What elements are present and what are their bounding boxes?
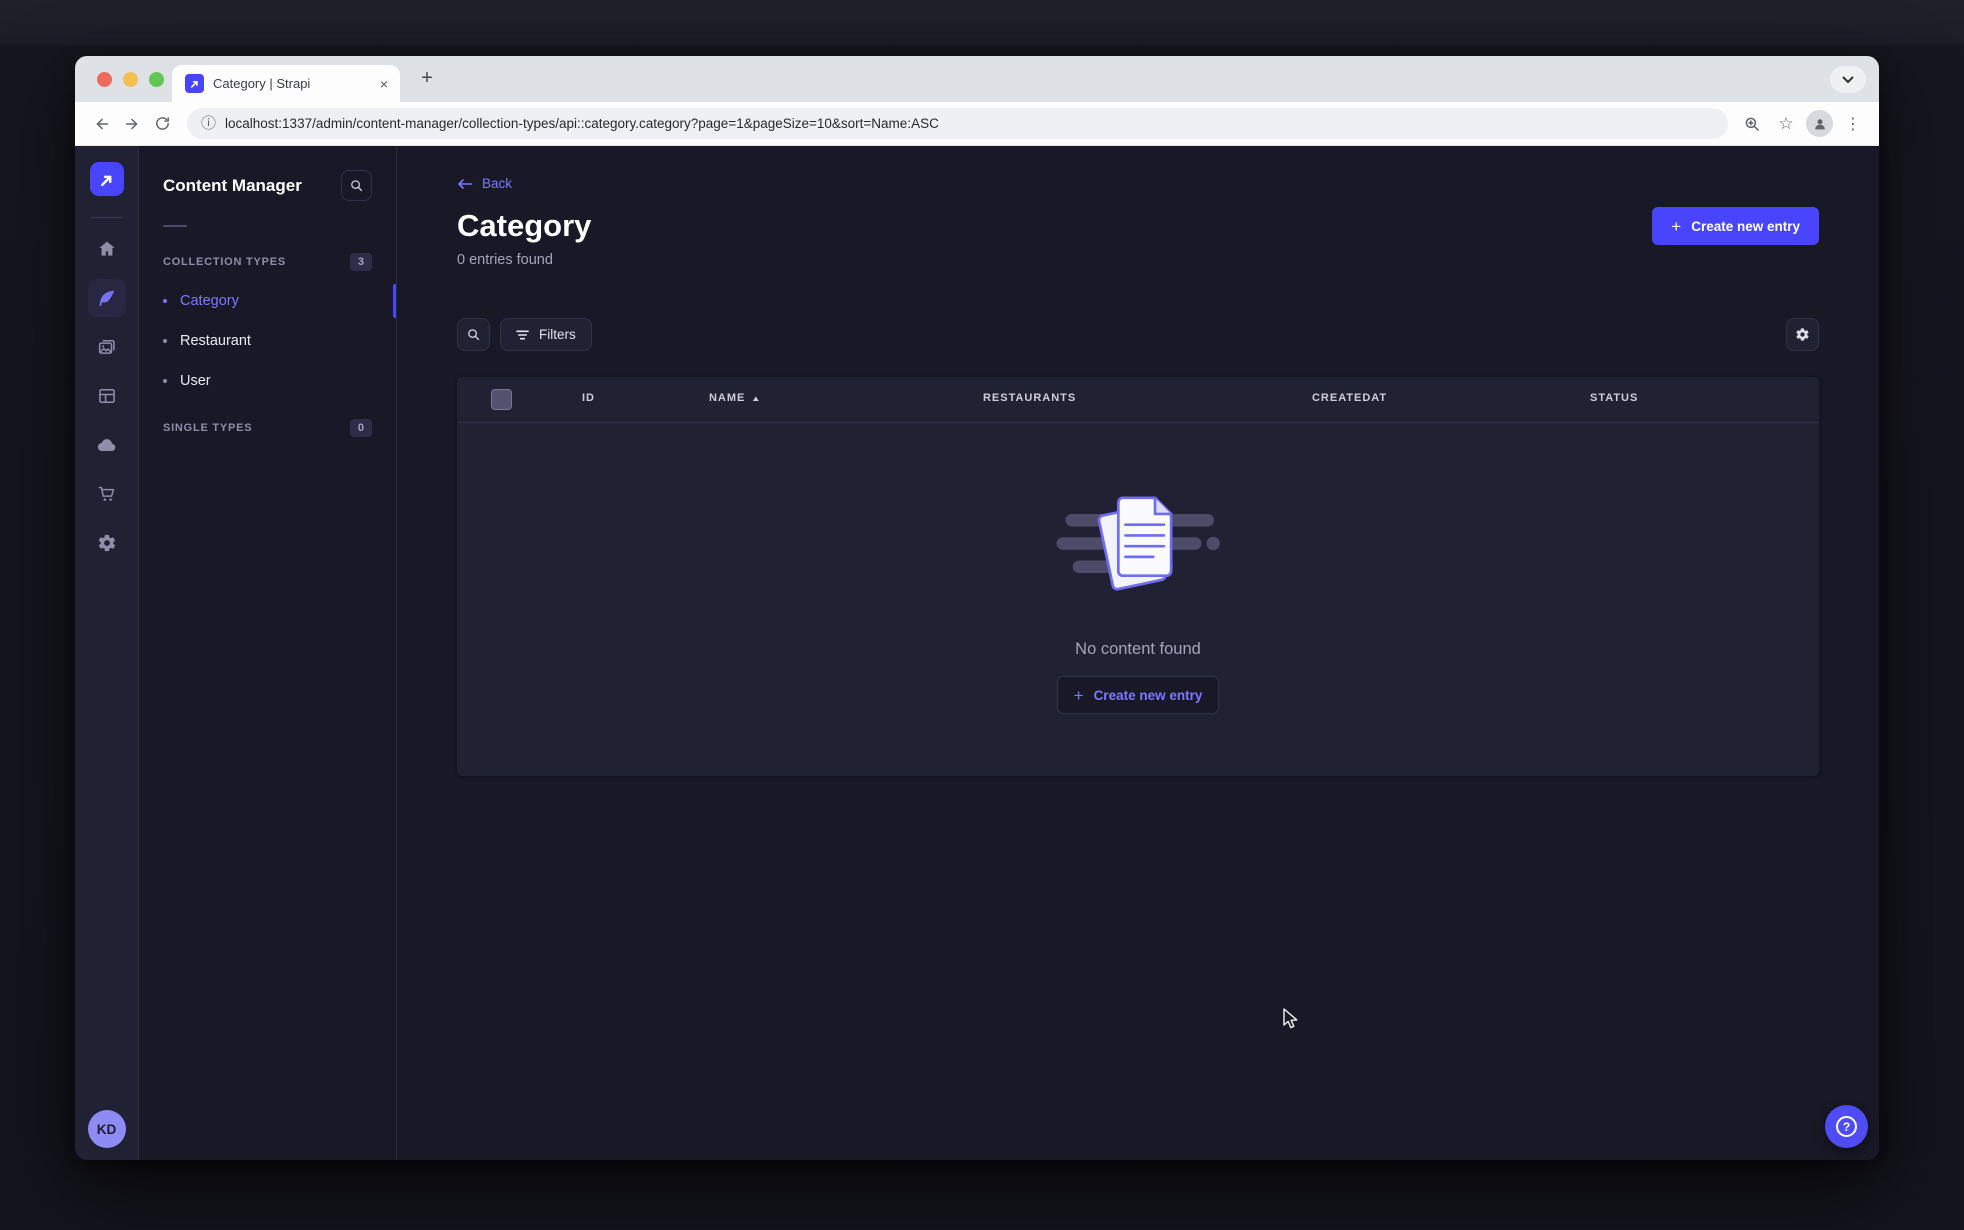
content-manager-subnav: Content Manager COLLECTION TYPES 3 Categ… — [139, 146, 397, 1160]
sidebar-item-label: Category — [180, 293, 239, 309]
empty-create-new-entry-button[interactable]: + Create new entry — [1056, 676, 1220, 714]
strapi-logo[interactable] — [89, 162, 124, 196]
url-text: localhost:1337/admin/content-manager/col… — [225, 116, 939, 131]
browser-window: Category | Strapi × + ⓘ localhost:1337/a… — [75, 56, 1879, 1160]
main-content: Back Category + Create new entry 0 entri… — [397, 146, 1879, 1160]
back-link[interactable]: Back — [457, 176, 512, 191]
strapi-admin: KD Content Manager COLLECTION TYPES 3 Ca… — [75, 146, 1879, 1160]
sidebar-item-restaurant[interactable]: Restaurant — [139, 321, 396, 361]
zoom-window-button[interactable] — [149, 72, 164, 87]
search-icon[interactable] — [457, 318, 490, 351]
filter-lines-icon — [516, 329, 529, 340]
browser-menu-icon[interactable]: ⋮ — [1839, 110, 1867, 138]
cloud-icon[interactable] — [88, 426, 126, 464]
empty-create-label: Create new entry — [1093, 687, 1203, 703]
no-content-message: No content found — [1075, 640, 1201, 658]
column-header-createdat[interactable]: CREATEDAT — [1312, 392, 1387, 404]
new-tab-button[interactable]: + — [413, 64, 441, 92]
sidebar-item-label: Restaurant — [180, 333, 251, 349]
back-label: Back — [482, 176, 513, 191]
zoom-page-icon[interactable] — [1738, 110, 1766, 138]
rail-divider — [90, 217, 123, 218]
column-header-name-label: NAME — [709, 392, 746, 404]
sort-ascending-icon: ▲ — [751, 393, 763, 403]
filters-label: Filters — [539, 327, 576, 342]
home-icon[interactable] — [88, 230, 126, 268]
single-types-section: SINGLE TYPES 0 — [139, 419, 396, 437]
help-button[interactable]: ? — [1825, 1105, 1868, 1148]
media-library-icon[interactable] — [88, 328, 126, 366]
tab-close-icon[interactable]: × — [378, 75, 390, 93]
view-settings-gear-icon[interactable] — [1786, 318, 1819, 351]
question-mark-icon: ? — [1836, 1116, 1857, 1137]
plus-icon: + — [1073, 685, 1084, 705]
subnav-search-icon[interactable] — [341, 170, 372, 201]
empty-documents-illustration — [1056, 496, 1220, 591]
table-header-row: ID NAME ▲ RESTAURANTS CREATEDAT STATUS — [457, 377, 1819, 423]
reload-icon[interactable] — [147, 109, 177, 139]
site-info-icon[interactable]: ⓘ — [201, 116, 216, 131]
content-manager-feather-icon[interactable] — [87, 279, 126, 317]
content-type-builder-icon[interactable] — [88, 377, 126, 415]
collection-types-label: COLLECTION TYPES — [163, 256, 286, 268]
select-all-checkbox[interactable] — [491, 389, 512, 410]
column-header-restaurants[interactable]: RESTAURANTS — [983, 392, 1076, 404]
browser-profile-icon[interactable] — [1806, 110, 1833, 137]
strapi-favicon-icon — [185, 74, 204, 93]
filters-button[interactable]: Filters — [500, 318, 592, 351]
forward-navigation-icon[interactable] — [117, 109, 147, 139]
subnav-divider — [163, 225, 187, 227]
bullet-icon — [163, 299, 167, 303]
tab-title: Category | Strapi — [213, 76, 311, 91]
single-types-count-badge: 0 — [349, 419, 372, 437]
create-new-entry-button[interactable]: + Create new entry — [1652, 207, 1819, 245]
tab-search-chevron-icon[interactable] — [1830, 66, 1866, 93]
column-header-status[interactable]: STATUS — [1590, 392, 1638, 404]
back-arrow-icon — [458, 178, 473, 189]
empty-state: No content found + Create new entry — [457, 423, 1819, 776]
browser-tab[interactable]: Category | Strapi × — [172, 65, 400, 102]
settings-gear-icon[interactable] — [88, 524, 126, 562]
bookmark-star-icon[interactable]: ☆ — [1772, 110, 1800, 138]
browser-tab-strip: Category | Strapi × + — [75, 56, 1879, 102]
bullet-icon — [163, 339, 167, 343]
sidebar-item-label: User — [180, 373, 211, 389]
page-title: Category — [457, 208, 592, 244]
window-controls — [97, 72, 164, 87]
sidebar-item-category[interactable]: Category — [139, 281, 396, 321]
collection-types-count-badge: 3 — [349, 253, 372, 271]
back-navigation-icon[interactable] — [87, 109, 117, 139]
single-types-label: SINGLE TYPES — [163, 422, 253, 434]
column-header-name[interactable]: NAME ▲ — [709, 392, 761, 404]
sidebar-item-user[interactable]: User — [139, 361, 396, 401]
close-window-button[interactable] — [97, 72, 112, 87]
column-header-id[interactable]: ID — [582, 392, 595, 404]
collection-types-section: COLLECTION TYPES 3 — [139, 253, 396, 271]
subnav-title: Content Manager — [163, 175, 302, 195]
entries-table-card: ID NAME ▲ RESTAURANTS CREATEDAT STATUS N… — [457, 377, 1819, 776]
entries-count-text: 0 entries found — [457, 252, 553, 268]
address-bar[interactable]: ⓘ localhost:1337/admin/content-manager/c… — [187, 108, 1728, 139]
mouse-cursor — [1283, 1008, 1298, 1029]
browser-toolbar: ⓘ localhost:1337/admin/content-manager/c… — [75, 102, 1879, 146]
user-avatar[interactable]: KD — [87, 1110, 126, 1148]
plus-icon: + — [1671, 216, 1682, 236]
marketplace-cart-icon[interactable] — [88, 475, 126, 513]
bullet-icon — [163, 379, 167, 383]
create-new-entry-label: Create new entry — [1691, 218, 1800, 234]
minimize-window-button[interactable] — [123, 72, 138, 87]
active-indicator — [393, 284, 396, 318]
toolbar-actions: ☆ ⋮ — [1738, 110, 1867, 138]
main-navigation-rail: KD — [75, 146, 139, 1160]
